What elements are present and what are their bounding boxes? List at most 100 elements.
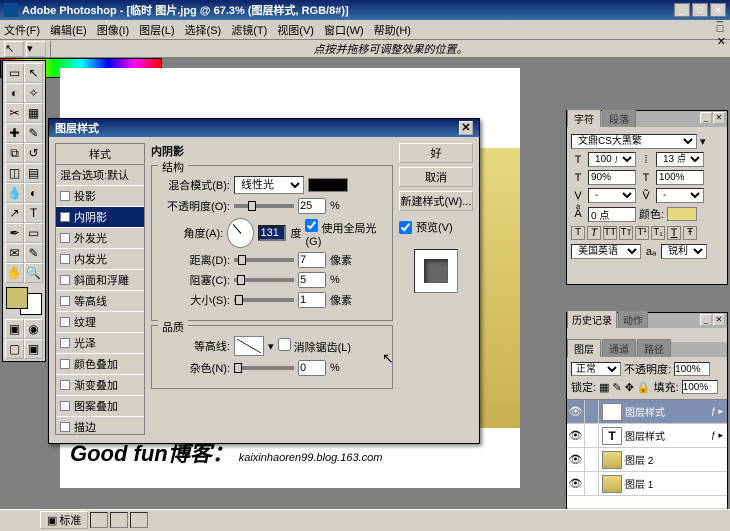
layer-row[interactable]: 👁T图层样式ƒ ▸ <box>567 424 727 448</box>
all-caps[interactable]: TT <box>603 226 617 240</box>
style-row-描边[interactable]: 描边 <box>56 417 144 435</box>
minimize-button[interactable]: _ <box>674 3 690 17</box>
tab-paths[interactable]: 路径 <box>637 339 671 357</box>
visibility-toggle[interactable]: 👁 <box>567 400 585 423</box>
blend-mode-layer-select[interactable]: 正常 <box>571 362 621 376</box>
panel-minimize[interactable]: _ <box>700 112 712 124</box>
lock-transparency[interactable]: ▦ <box>599 381 609 394</box>
maximize-button[interactable]: □ <box>692 3 708 17</box>
hscale-input[interactable] <box>656 170 704 185</box>
zoom-tool[interactable]: 🔍 <box>24 263 43 283</box>
screen-mode-1[interactable]: ▢ <box>5 339 24 359</box>
pen-tool[interactable]: ✒ <box>5 223 24 243</box>
statusbar-seg-3[interactable] <box>130 512 148 528</box>
menu-select[interactable]: 选择(S) <box>185 22 222 38</box>
font-family-select[interactable]: 文鼎CS大黑繁 <box>571 134 697 149</box>
noise-input[interactable] <box>298 360 326 376</box>
fx-badge[interactable]: ƒ ▸ <box>711 430 723 441</box>
new-style-button[interactable]: 新建样式(W)... <box>399 191 473 211</box>
link-cell[interactable] <box>585 448 599 471</box>
tab-paragraph[interactable]: 段落 <box>602 109 636 127</box>
statusbar-seg-2[interactable] <box>110 512 128 528</box>
move-tool-icon[interactable]: ↖ <box>4 41 24 57</box>
eyedropper-tool[interactable]: ✎ <box>24 243 43 263</box>
subscript[interactable]: T₁ <box>651 226 665 240</box>
notes-tool[interactable]: ✉ <box>5 243 24 263</box>
faux-bold[interactable]: T <box>571 226 585 240</box>
small-caps[interactable]: Tᴛ <box>619 226 633 240</box>
wand-tool[interactable]: ✧ <box>24 83 43 103</box>
panel-close[interactable]: ✕ <box>713 112 725 124</box>
style-checkbox[interactable] <box>60 296 70 306</box>
text-color-chip[interactable] <box>667 207 697 221</box>
size-input[interactable] <box>298 292 326 308</box>
style-row-图案叠加[interactable]: 图案叠加 <box>56 396 144 417</box>
color-swatches[interactable] <box>6 287 42 315</box>
menu-image[interactable]: 图像(I) <box>97 22 129 38</box>
style-row-纹理[interactable]: 纹理 <box>56 312 144 333</box>
fg-color[interactable] <box>6 287 28 309</box>
layer-thumbnail[interactable]: T <box>602 427 622 445</box>
style-row-外发光[interactable]: 外发光 <box>56 228 144 249</box>
kerning-select[interactable]: - <box>588 188 636 203</box>
preview-checkbox[interactable]: 预览(V) <box>399 219 473 235</box>
layer-row[interactable]: 👁图层 2 <box>567 448 727 472</box>
layer-opacity-input[interactable] <box>674 362 710 376</box>
fx-badge[interactable]: ƒ ▸ <box>711 406 723 417</box>
link-cell[interactable] <box>585 400 599 423</box>
history-brush[interactable]: ↺ <box>24 143 43 163</box>
brush-tool[interactable]: ✎ <box>24 123 43 143</box>
style-checkbox[interactable] <box>60 212 70 222</box>
shape-tool[interactable]: ▭ <box>24 223 43 243</box>
gradient-tool[interactable]: ▤ <box>24 163 43 183</box>
superscript[interactable]: T¹ <box>635 226 649 240</box>
style-row-颜色叠加[interactable]: 颜色叠加 <box>56 354 144 375</box>
quickmask-mode[interactable]: ◉ <box>24 319 43 339</box>
faux-italic[interactable]: T <box>587 226 601 240</box>
visibility-toggle[interactable]: 👁 <box>567 424 585 447</box>
cancel-button[interactable]: 取消 <box>399 167 473 187</box>
style-checkbox[interactable] <box>60 254 70 264</box>
noise-slider[interactable] <box>234 366 294 370</box>
antialias-checkbox[interactable]: 消除锯齿(L) <box>278 338 352 355</box>
global-light-checkbox[interactable]: 使用全局光(G) <box>305 219 384 248</box>
lock-pixels[interactable]: ✎ <box>612 381 621 394</box>
layer-row[interactable]: 👁T图层样式ƒ ▸ <box>567 400 727 424</box>
tab-character[interactable]: 字符 <box>567 109 601 127</box>
opacity-slider[interactable] <box>234 204 294 208</box>
blend-mode-select[interactable]: 线性光 <box>234 176 304 194</box>
style-row-内发光[interactable]: 内发光 <box>56 249 144 270</box>
slice-tool[interactable]: ▦ <box>24 103 43 123</box>
link-cell[interactable] <box>585 472 599 495</box>
panel-minimize-2[interactable]: _ <box>700 314 712 326</box>
crop-tool[interactable]: ✂ <box>5 103 24 123</box>
style-row-渐变叠加[interactable]: 渐变叠加 <box>56 375 144 396</box>
leading-select[interactable]: 13 点 <box>656 152 704 167</box>
size-slider[interactable] <box>234 298 294 302</box>
visibility-toggle[interactable]: 👁 <box>567 472 585 495</box>
antialias-select[interactable]: 锐利 <box>661 244 707 259</box>
underline[interactable]: T <box>667 226 681 240</box>
fill-input[interactable] <box>682 380 718 394</box>
marquee-tool[interactable]: ▭ <box>5 63 24 83</box>
distance-slider[interactable] <box>234 258 294 262</box>
link-cell[interactable] <box>585 424 599 447</box>
dialog-close-button[interactable]: ✕ <box>459 121 473 135</box>
contour-picker[interactable] <box>234 336 264 356</box>
style-checkbox[interactable] <box>60 422 70 432</box>
visibility-toggle[interactable]: 👁 <box>567 448 585 471</box>
layer-thumbnail[interactable]: T <box>602 403 622 421</box>
style-checkbox[interactable] <box>60 233 70 243</box>
language-select[interactable]: 美国英语 <box>571 244 641 259</box>
screen-mode-2[interactable]: ▣ <box>24 339 43 359</box>
tab-history[interactable]: 历史记录 <box>567 310 617 328</box>
choke-input[interactable] <box>298 272 326 288</box>
font-style-dropdown[interactable]: ▾ <box>700 135 706 148</box>
tracking-select[interactable]: - <box>656 188 704 203</box>
layer-thumbnail[interactable] <box>602 451 622 469</box>
tab-actions[interactable]: 动作 <box>618 310 648 328</box>
lock-position[interactable]: ✥ <box>625 381 634 394</box>
lasso-tool[interactable]: ◐ <box>5 83 24 103</box>
style-row-投影[interactable]: 投影 <box>56 186 144 207</box>
baseline-input[interactable] <box>588 207 636 222</box>
